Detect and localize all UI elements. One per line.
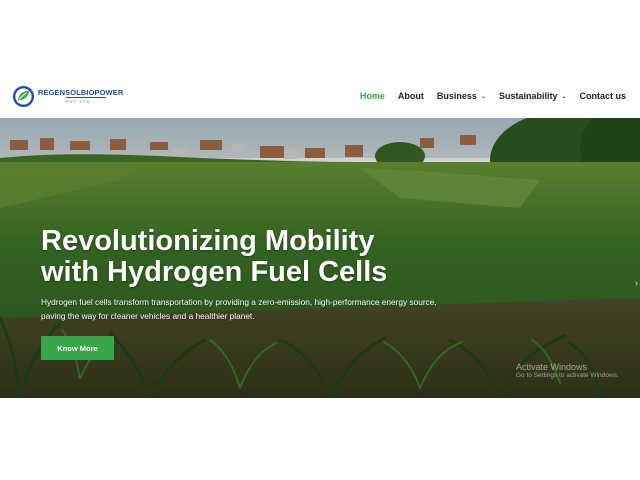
- chevron-down-icon: ⌄: [561, 93, 567, 100]
- nav-contact[interactable]: Contact us: [579, 91, 626, 101]
- nav-about-label: About: [397, 91, 424, 101]
- nav-sustainability[interactable]: Sustainability ⌄: [499, 91, 567, 101]
- hero-title-line1: Revolutionizing Mobility: [41, 225, 375, 257]
- main-nav: Home About Business ⌄ Sustainability ⌄ Con…: [347, 91, 626, 101]
- nav-home[interactable]: Home: [360, 91, 385, 101]
- watermark-subtitle: Go to Settings to activate Windows.: [516, 372, 619, 380]
- chevron-right-icon[interactable]: ›: [635, 278, 638, 288]
- hero-title-line2: with Hydrogen Fuel Cells: [41, 256, 388, 288]
- nav-business-label: Business: [436, 91, 477, 101]
- activate-windows-watermark: Activate Windows Go to Settings to activ…: [516, 362, 619, 380]
- logo[interactable]: REGENSOLBIOPOWER PVT LTD: [12, 85, 123, 108]
- logo-text: REGENSOLBIOPOWER PVT LTD: [38, 89, 123, 105]
- nav-home-label: Home: [359, 91, 385, 101]
- hero-description: Hydrogen fuel cells transform transporta…: [41, 297, 437, 321]
- watermark-title: Activate Windows: [516, 362, 588, 372]
- nav-about[interactable]: About: [398, 91, 424, 101]
- nav-sustainability-label: Sustainability: [498, 91, 558, 101]
- logo-divider: [66, 97, 106, 99]
- know-more-button[interactable]: Know More: [41, 336, 114, 360]
- site-header: REGENSOLBIOPOWER PVT LTD Home About Busi…: [0, 78, 640, 116]
- nav-contact-label: Contact us: [579, 91, 626, 101]
- chevron-down-icon: ⌄: [480, 93, 486, 100]
- hero-section: Revolutionizing Mobility with Hydrogen F…: [0, 118, 640, 398]
- logo-name: REGENSOLBIOPOWER: [38, 87, 124, 97]
- logo-subtitle: PVT LTD: [66, 99, 91, 105]
- nav-business[interactable]: Business ⌄: [437, 91, 486, 101]
- logo-leaf-icon: [12, 85, 35, 108]
- hero-title: Revolutionizing Mobility with Hydrogen F…: [41, 226, 481, 288]
